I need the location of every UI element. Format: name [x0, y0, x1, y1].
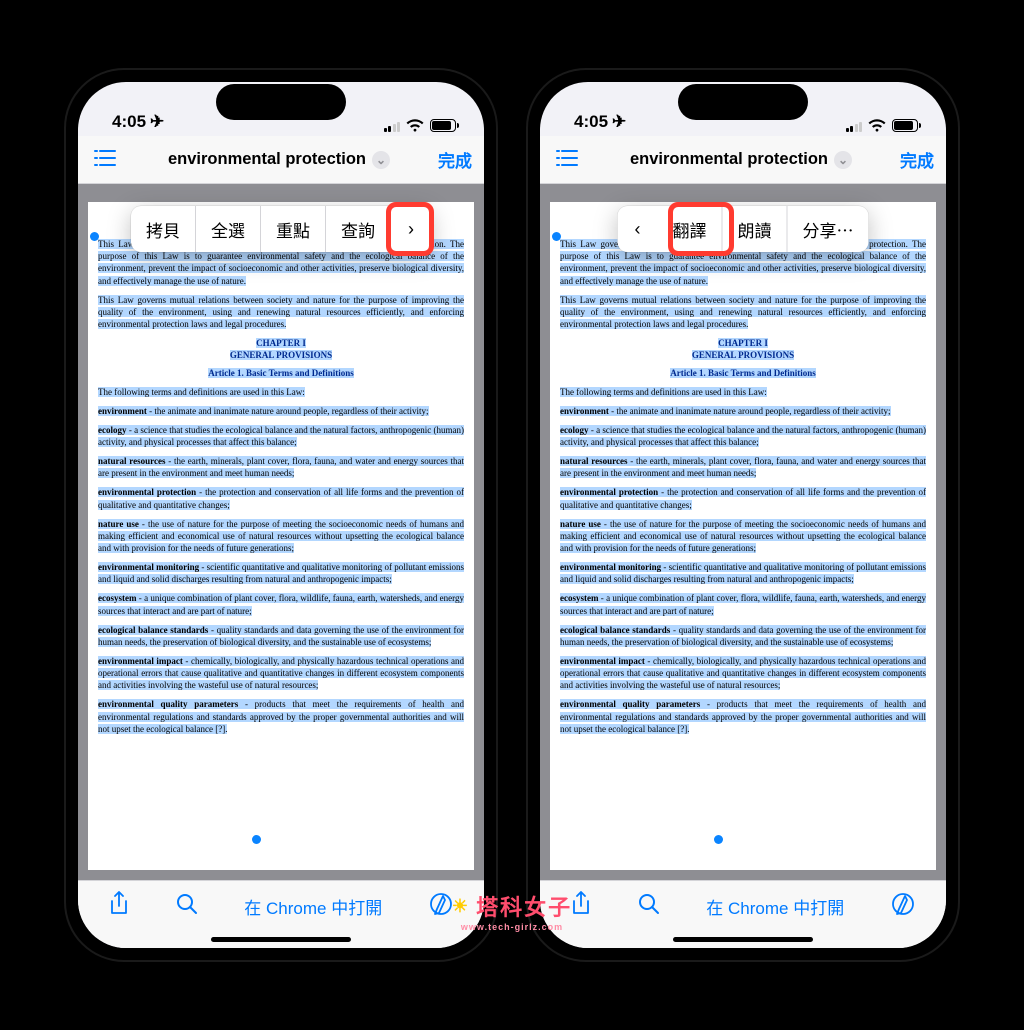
menu-lookup[interactable]: 查詢 [326, 206, 391, 252]
toc-icon[interactable] [552, 147, 582, 173]
menu-next-arrow-icon[interactable]: › [391, 206, 431, 252]
search-icon[interactable] [638, 893, 660, 921]
watermark-text: 塔科女子 [476, 890, 572, 922]
menu-copy[interactable]: 拷貝 [131, 206, 196, 252]
sun-icon: ☀ [452, 896, 470, 917]
nav-bar: environmental protection ⌄ 完成 [540, 136, 946, 184]
wifi-icon [406, 119, 424, 132]
location-arrow-icon: ✈︎ [612, 112, 626, 132]
watermark-url: www.tech-girlz.com [452, 922, 572, 932]
status-icons [384, 119, 457, 132]
document-title-text: environmental protection [630, 150, 828, 169]
selection-end-handle[interactable] [252, 835, 261, 844]
menu-speak[interactable]: 朗讀 [723, 206, 788, 252]
search-icon[interactable] [176, 893, 198, 921]
cell-signal-icon [384, 120, 401, 132]
selection-end-handle[interactable] [714, 835, 723, 844]
screen: 4:05 ✈︎ environmental protection ⌄ 完成 [78, 82, 484, 948]
menu-translate[interactable]: 翻譯 [658, 206, 723, 252]
done-button[interactable]: 完成 [438, 147, 472, 172]
text-selection-menu: ‹ 翻譯 朗讀 分享⋯ [618, 206, 869, 252]
screen: 4:05 ✈︎ environmental protection ⌄ 完成 ‹ [540, 82, 946, 948]
dynamic-island [216, 84, 346, 120]
open-in-chrome-button[interactable]: 在 Chrome 中打開 [706, 894, 844, 919]
document-title[interactable]: environmental protection ⌄ [588, 150, 894, 169]
open-in-chrome-button[interactable]: 在 Chrome 中打開 [244, 894, 382, 919]
pdf-page: LAW OF THE AZL UAN REPUBLIC This Law gov… [88, 202, 474, 870]
location-arrow-icon: ✈︎ [150, 112, 164, 132]
selection-start-handle[interactable] [552, 232, 561, 241]
markup-icon[interactable] [429, 892, 453, 922]
watermark-logo: ☀ 塔科女子 www.tech-girlz.com [452, 890, 572, 932]
pdf-page: LAW OF THE AZL UAN REPUBLIC This Law gov… [550, 202, 936, 870]
battery-icon [430, 119, 456, 132]
status-time: 4:05 ✈︎ [574, 112, 626, 132]
home-indicator[interactable] [211, 937, 351, 942]
phone-mockup-right: 4:05 ✈︎ environmental protection ⌄ 完成 ‹ [528, 70, 958, 960]
done-button[interactable]: 完成 [900, 147, 934, 172]
home-indicator[interactable] [673, 937, 813, 942]
nav-bar: environmental protection ⌄ 完成 [78, 136, 484, 184]
chevron-down-icon: ⌄ [372, 151, 390, 169]
document-title[interactable]: environmental protection ⌄ [126, 150, 432, 169]
menu-share[interactable]: 分享⋯ [788, 206, 869, 252]
document-title-text: environmental protection [168, 150, 366, 169]
status-time: 4:05 ✈︎ [112, 112, 164, 132]
markup-icon[interactable] [891, 892, 915, 922]
dynamic-island [678, 84, 808, 120]
share-icon[interactable] [109, 891, 129, 923]
share-icon[interactable] [571, 891, 591, 923]
status-icons [846, 119, 919, 132]
phone-mockup-left: 4:05 ✈︎ environmental protection ⌄ 完成 [66, 70, 496, 960]
menu-prev-arrow-icon[interactable]: ‹ [618, 206, 658, 252]
toc-icon[interactable] [90, 147, 120, 173]
chevron-down-icon: ⌄ [834, 151, 852, 169]
menu-select-all[interactable]: 全選 [196, 206, 261, 252]
cell-signal-icon [846, 120, 863, 132]
document-viewport[interactable]: 拷貝 全選 重點 查詢 › LAW OF THE AZL UAN REPUBLI… [78, 184, 484, 880]
text-selection-menu: 拷貝 全選 重點 查詢 › [131, 206, 431, 252]
battery-icon [892, 119, 918, 132]
document-viewport[interactable]: ‹ 翻譯 朗讀 分享⋯ LAW OF THE AZL UAN REPUBLIC … [540, 184, 946, 880]
menu-highlight[interactable]: 重點 [261, 206, 326, 252]
wifi-icon [868, 119, 886, 132]
selection-start-handle[interactable] [90, 232, 99, 241]
